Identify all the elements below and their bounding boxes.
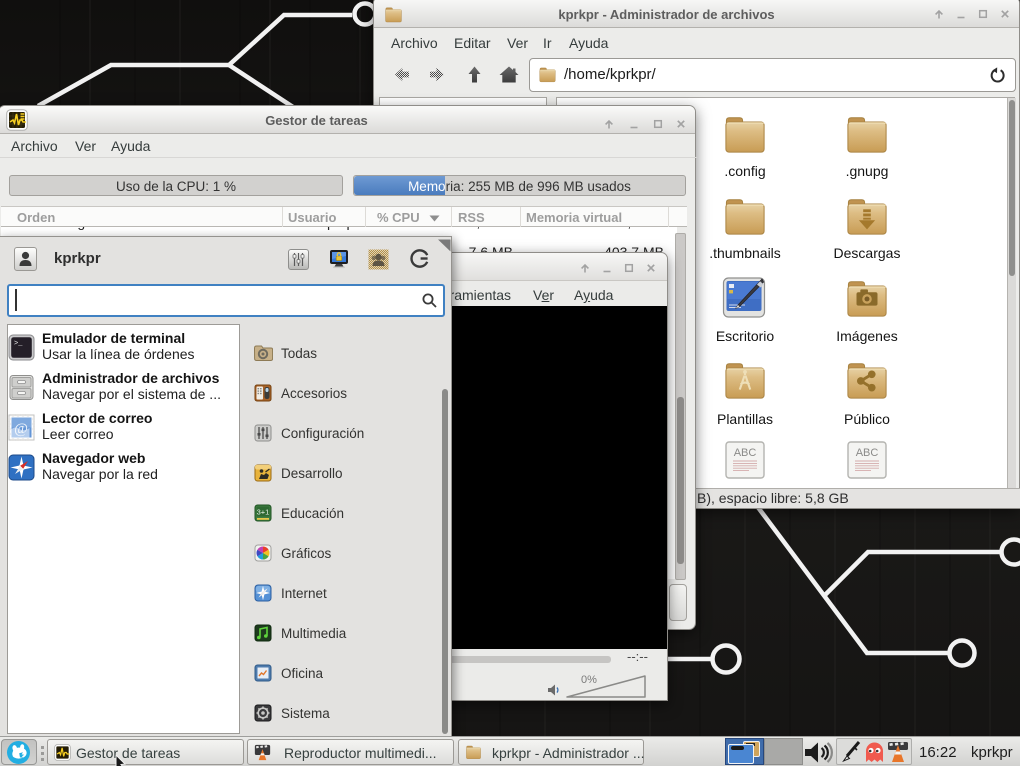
svg-text:3+1: 3+1: [257, 508, 270, 517]
svg-text:@: @: [14, 421, 28, 437]
svg-text:>_: >_: [14, 340, 23, 348]
svg-text:ABC: ABC: [856, 447, 879, 459]
svg-text:ABC: ABC: [734, 447, 757, 459]
